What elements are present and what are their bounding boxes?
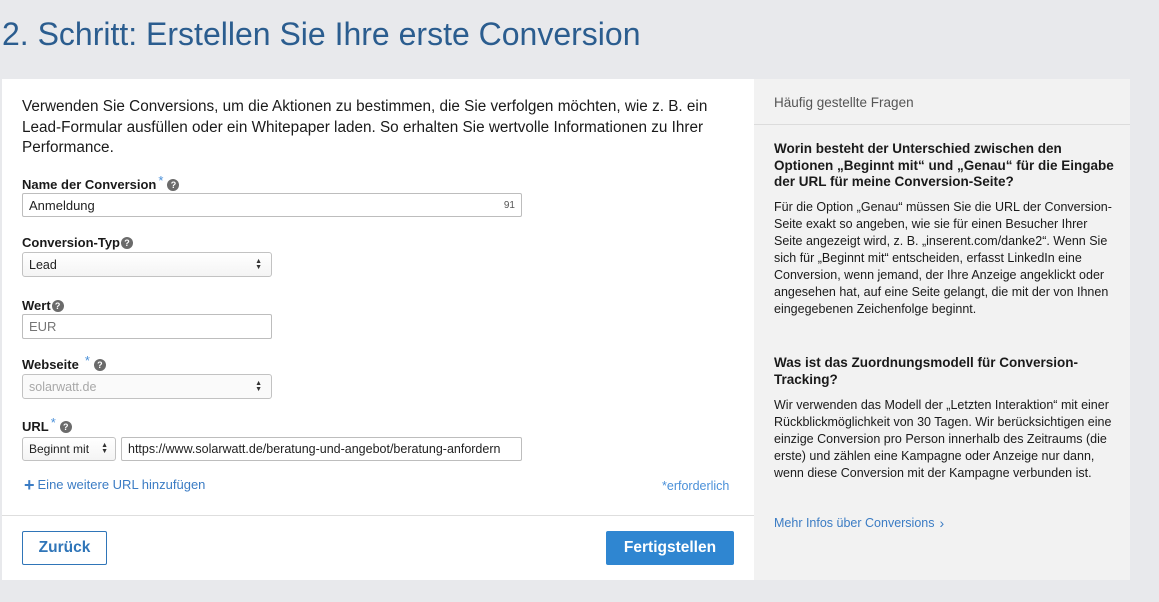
- finish-button[interactable]: Fertigstellen: [606, 531, 734, 565]
- chevron-right-icon: ›: [939, 515, 945, 531]
- faq-answer: Für die Option „Genau“ müssen Sie die UR…: [774, 200, 1112, 316]
- help-icon[interactable]: ?: [121, 236, 133, 249]
- conversion-type-label: Conversion-Typ ?: [22, 235, 133, 250]
- required-mark: *: [50, 415, 56, 430]
- faq-question: Worin besteht der Unterschied zwischen d…: [774, 141, 1114, 189]
- website-label: Webseite * ?: [22, 353, 106, 372]
- help-icon[interactable]: ?: [167, 178, 180, 191]
- conversion-name-input[interactable]: Anmeldung 91: [22, 193, 522, 217]
- back-button[interactable]: Zurück: [22, 531, 107, 565]
- help-icon[interactable]: ?: [59, 420, 72, 433]
- faq-question: Was ist das Zuordnungsmodell für Convers…: [774, 355, 1079, 387]
- faq-divider: [754, 124, 1130, 125]
- divider: [2, 515, 754, 516]
- faq-header: Häufig gestellte Fragen: [774, 95, 914, 110]
- intro-text: Verwenden Sie Conversions, um die Aktion…: [22, 98, 708, 156]
- select-arrows-icon: ▲ ▼: [101, 442, 108, 455]
- help-icon[interactable]: ?: [93, 358, 106, 371]
- more-info-link[interactable]: Mehr Infos über Conversions ›: [774, 515, 944, 531]
- faq-panel: Häufig gestellte Fragen Worin besteht de…: [754, 79, 1130, 580]
- page-title: 2. Schritt: Erstellen Sie Ihre erste Con…: [2, 16, 641, 52]
- required-note: *erforderlich: [662, 479, 730, 493]
- select-arrows-icon: ▲ ▼: [255, 379, 262, 393]
- value-input[interactable]: [22, 314, 272, 339]
- url-label: URL * ?: [22, 415, 72, 434]
- select-arrows-icon: ▲ ▼: [255, 257, 262, 271]
- add-url-link[interactable]: + Eine weitere URL hinzufügen: [24, 474, 205, 495]
- required-mark: *: [84, 353, 90, 368]
- conversion-name-label: Name der Conversion * ?: [22, 173, 180, 192]
- value-label: Wert ?: [22, 298, 64, 313]
- help-icon[interactable]: ?: [51, 299, 64, 312]
- website-select[interactable]: solarwatt.de ▲ ▼: [22, 374, 272, 399]
- conversion-form-card: Verwenden Sie Conversions, um die Aktion…: [2, 79, 754, 580]
- character-counter: 91: [503, 199, 515, 211]
- plus-icon: +: [24, 474, 35, 495]
- required-mark: *: [158, 173, 164, 188]
- conversion-type-select[interactable]: Lead ▲ ▼: [22, 252, 272, 277]
- url-match-select[interactable]: Beginnt mit ▲ ▼: [22, 437, 116, 461]
- faq-answer: Wir verwenden das Modell der „Letzten In…: [774, 398, 1112, 480]
- url-input[interactable]: https://www.solarwatt.de/beratung-und-an…: [121, 437, 522, 461]
